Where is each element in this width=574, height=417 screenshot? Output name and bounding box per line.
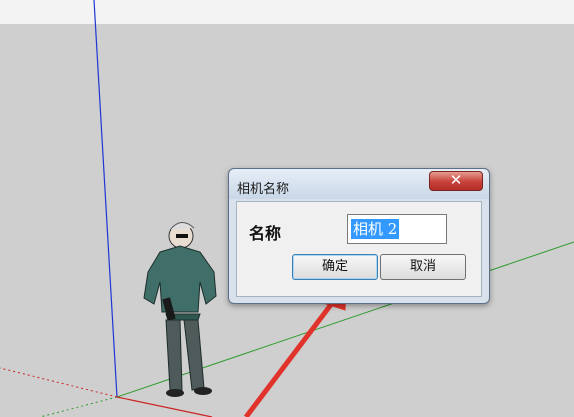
ok-button[interactable]: 确定 (292, 254, 378, 280)
name-input-selected-text: 相机 2 (351, 219, 400, 239)
cancel-button[interactable]: 取消 (380, 254, 466, 280)
dialog-titlebar[interactable]: 相机名称 ✕ (229, 169, 489, 199)
name-input[interactable]: 相机 2 (347, 214, 447, 244)
dialog-title: 相机名称 (237, 182, 290, 197)
red-axis-dotted (0, 367, 118, 398)
dialog-body: 名称 相机 2 确定 取消 (236, 201, 482, 297)
close-icon: ✕ (449, 171, 463, 189)
green-axis-dotted (39, 396, 118, 417)
camera-name-dialog: 相机名称 ✕ 名称 相机 2 确定 取消 (228, 168, 490, 304)
close-button[interactable]: ✕ (429, 171, 483, 191)
red-axis (116, 396, 213, 417)
name-label: 名称 (249, 224, 282, 243)
3d-viewport[interactable]: 相机名称 ✕ 名称 相机 2 确定 取消 (0, 0, 574, 417)
blue-axis (93, 0, 118, 398)
person-figure (143, 222, 217, 397)
